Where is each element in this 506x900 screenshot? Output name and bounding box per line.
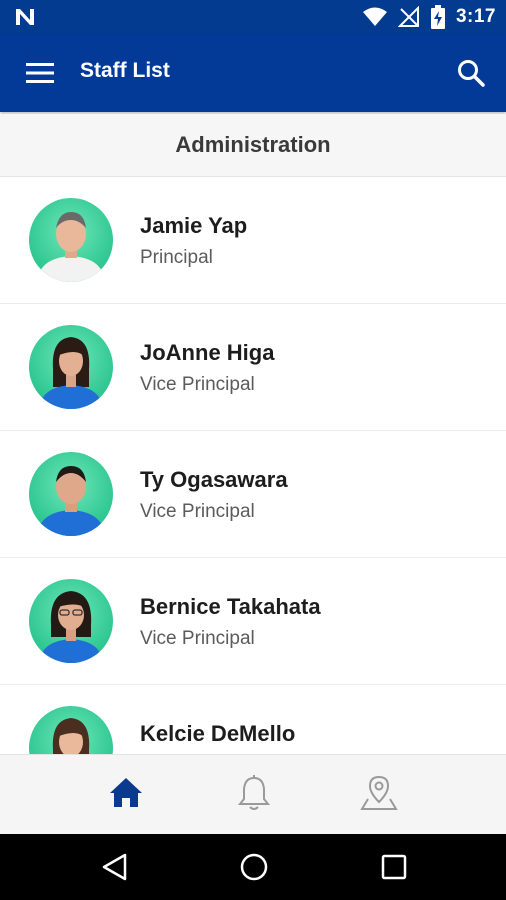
no-signal-icon (397, 6, 419, 27)
staff-list-item[interactable]: Kelcie DeMello (0, 685, 506, 754)
staff-list-item[interactable]: Ty Ogasawara Vice Principal (0, 431, 506, 558)
page-title: Staff List (80, 59, 170, 82)
battery-charging-icon (430, 5, 445, 29)
staff-name: Jamie Yap (140, 213, 248, 238)
status-time: 3:17 (455, 6, 496, 27)
bottom-nav (0, 754, 506, 835)
home-icon[interactable] (106, 773, 146, 813)
staff-role: Vice Principal (140, 628, 255, 649)
notification-n-icon (16, 9, 34, 25)
home-circle-icon[interactable] (237, 850, 271, 884)
bell-icon[interactable] (234, 773, 274, 813)
app-bar: Staff List (0, 34, 506, 112)
back-icon[interactable] (98, 850, 132, 884)
menu-icon[interactable] (26, 61, 54, 85)
staff-role: Principal (140, 247, 213, 268)
staff-list-item[interactable]: JoAnne Higa Vice Principal (0, 304, 506, 431)
avatar (29, 325, 113, 409)
staff-name: Kelcie DeMello (140, 721, 296, 746)
staff-list-item[interactable]: Jamie Yap Principal (0, 177, 506, 304)
section-title: Administration (175, 132, 331, 157)
map-pin-icon[interactable] (359, 773, 399, 813)
system-nav-bar (0, 834, 506, 900)
wifi-icon (362, 7, 387, 26)
staff-role: Vice Principal (140, 374, 255, 395)
staff-role: Vice Principal (140, 501, 255, 522)
search-icon[interactable] (456, 58, 486, 88)
staff-list[interactable]: Jamie Yap Principal JoAnne Higa Vice Pri… (0, 177, 506, 754)
avatar (29, 198, 113, 282)
staff-list-item[interactable]: Bernice Takahata Vice Principal (0, 558, 506, 685)
staff-name: Bernice Takahata (140, 594, 321, 619)
avatar (29, 706, 113, 754)
recents-icon[interactable] (377, 850, 411, 884)
staff-name: Ty Ogasawara (140, 467, 288, 492)
avatar (29, 452, 113, 536)
staff-name: JoAnne Higa (140, 340, 275, 365)
avatar (29, 579, 113, 663)
section-header: Administration (0, 114, 506, 177)
status-bar: 3:17 (0, 0, 506, 34)
